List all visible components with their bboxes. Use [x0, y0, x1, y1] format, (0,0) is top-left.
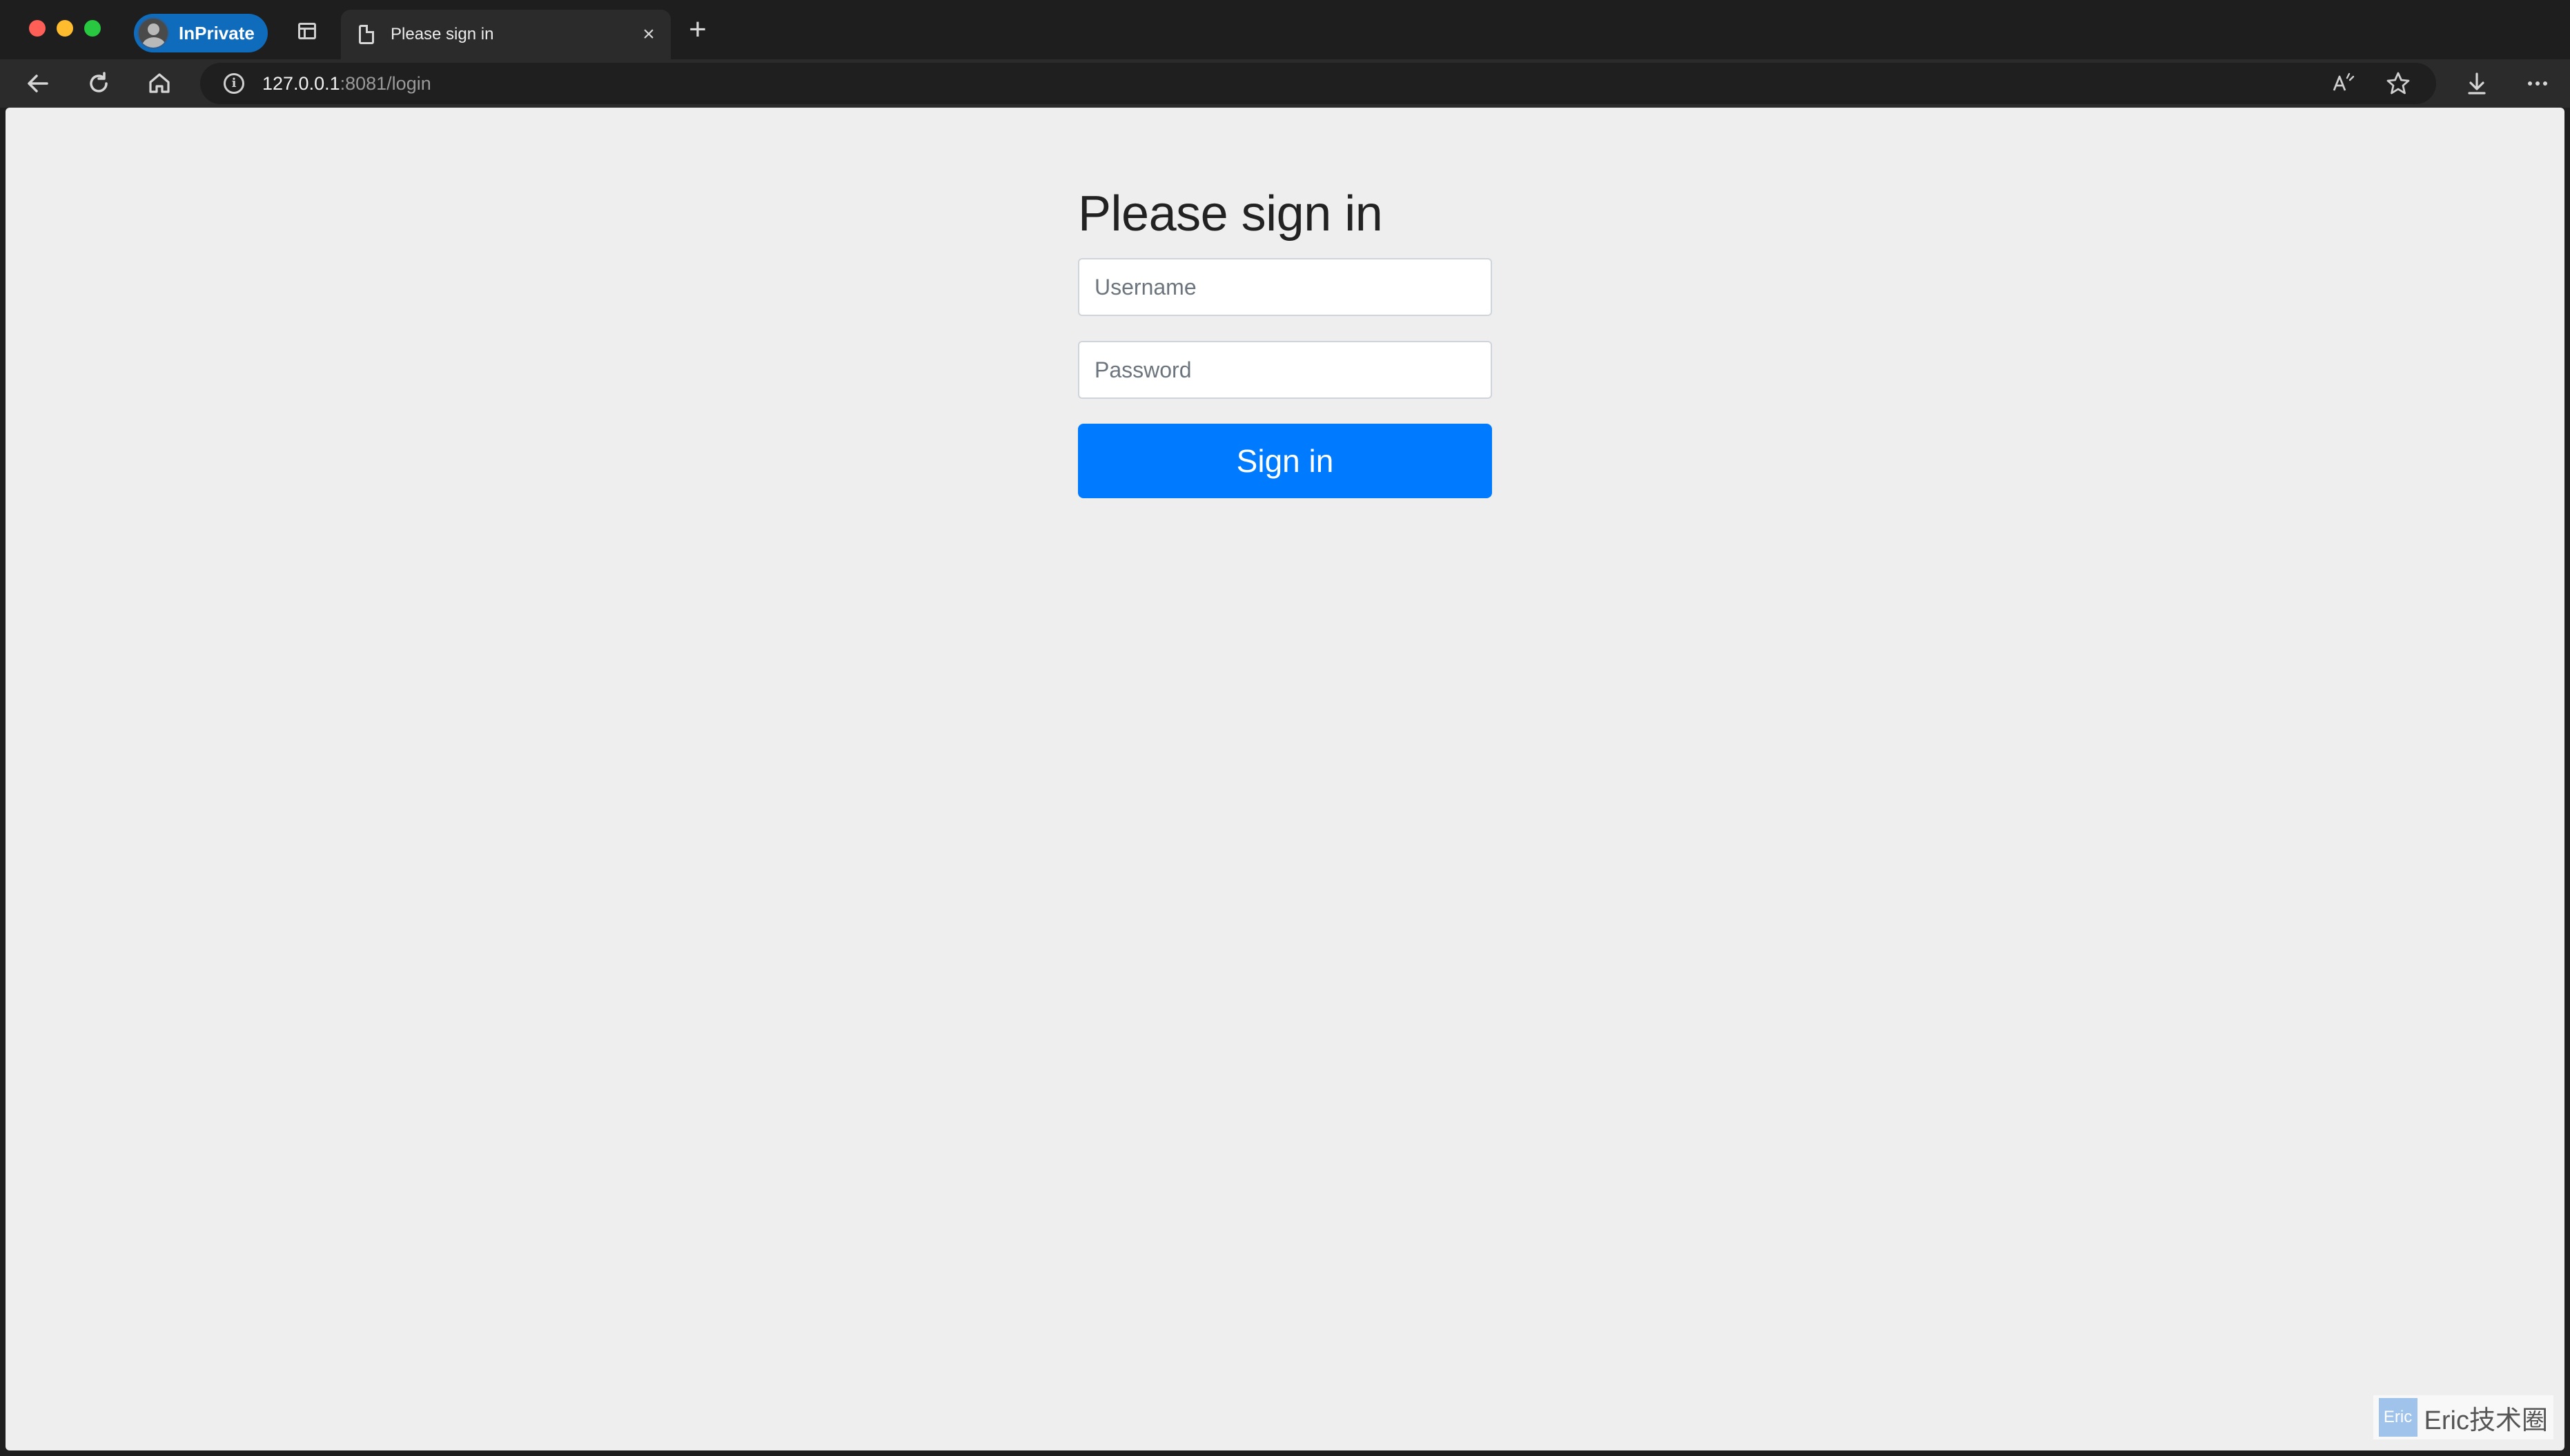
watermark-badge: Eric — [2378, 1398, 2417, 1437]
watermark: Eric Eric技术圈 — [2373, 1395, 2553, 1439]
browser-window: InPrivate Please sign in × + i 127.0.0.1… — [0, 0, 2570, 1456]
username-input[interactable] — [1078, 258, 1492, 316]
page-icon — [359, 25, 374, 44]
inprivate-profile-button[interactable]: InPrivate — [134, 14, 268, 52]
minimize-window-button[interactable] — [57, 20, 73, 37]
download-icon[interactable] — [2461, 68, 2493, 99]
close-window-button[interactable] — [29, 20, 46, 37]
tab-close-icon[interactable]: × — [639, 24, 658, 45]
refresh-icon[interactable] — [83, 68, 115, 99]
sign-in-form: Please sign in Sign in — [1078, 181, 1492, 498]
url-host: 127.0.0.1 — [262, 72, 340, 94]
page-content: Please sign in Sign in Eric Eric技术圈 — [6, 108, 2564, 1450]
tab-actions-icon[interactable] — [298, 23, 316, 39]
new-tab-icon[interactable]: + — [683, 14, 712, 45]
home-icon[interactable] — [144, 68, 175, 99]
password-input[interactable] — [1078, 341, 1492, 399]
tab-strip: InPrivate Please sign in × + — [0, 0, 2570, 59]
info-icon[interactable]: i — [224, 73, 244, 94]
page-title: Please sign in — [1078, 186, 1383, 242]
read-aloud-icon[interactable] — [2327, 63, 2359, 104]
more-icon[interactable] — [2522, 68, 2553, 99]
address-bar[interactable]: i 127.0.0.1:8081/login — [200, 63, 2436, 104]
sign-in-button[interactable]: Sign in — [1078, 424, 1492, 498]
browser-toolbar: i 127.0.0.1:8081/login — [0, 59, 2570, 108]
inprivate-label: InPrivate — [179, 22, 255, 43]
url-path: :8081/login — [340, 72, 431, 94]
tab-please-sign-in[interactable]: Please sign in × — [341, 10, 671, 59]
star-icon[interactable] — [2382, 63, 2414, 104]
back-arrow-icon[interactable] — [22, 68, 54, 99]
watermark-text: Eric技术圈 — [2424, 1406, 2548, 1435]
zoom-window-button[interactable] — [84, 20, 101, 37]
avatar-icon — [137, 17, 169, 49]
tab-title: Please sign in — [391, 25, 494, 43]
